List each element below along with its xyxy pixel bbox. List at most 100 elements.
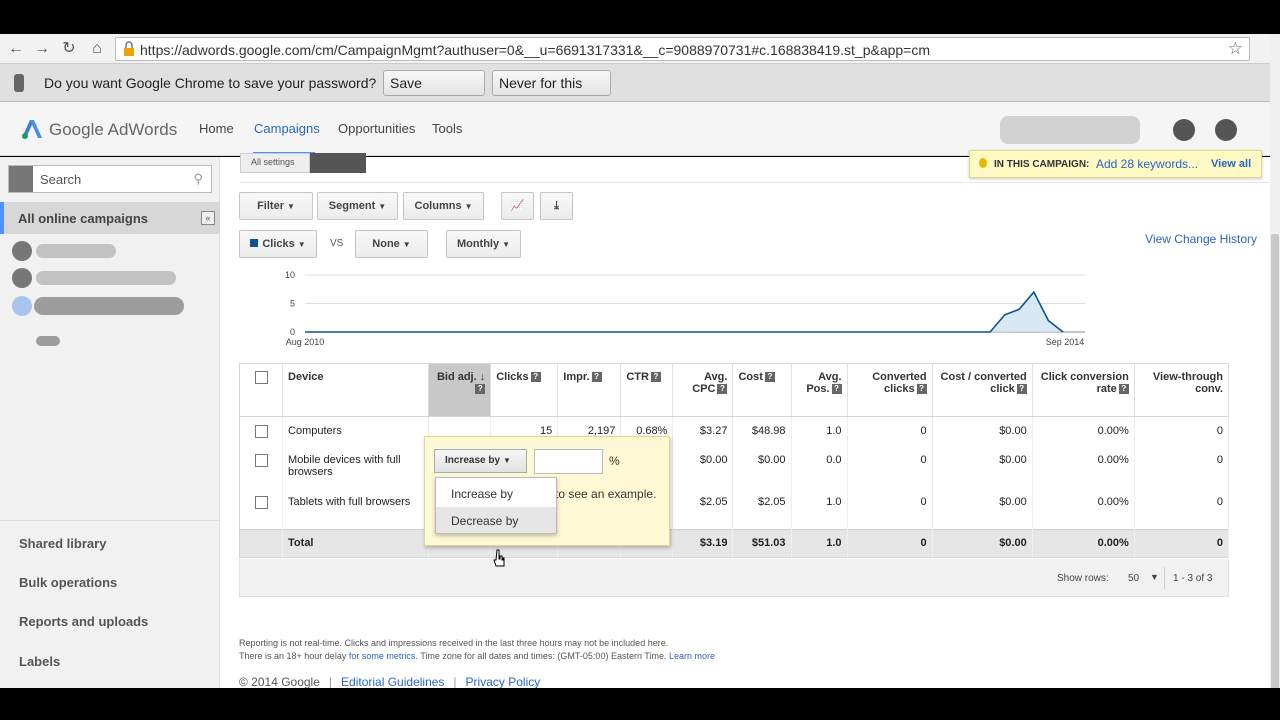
- total-conv: 0: [847, 529, 933, 558]
- nav-campaigns[interactable]: Campaigns: [254, 121, 320, 136]
- nav-tools[interactable]: Tools: [432, 121, 462, 136]
- nav-opportunities[interactable]: Opportunities: [338, 121, 415, 136]
- help-icon[interactable]: ?: [591, 372, 602, 383]
- never-for-site-button[interactable]: Never for this site: [492, 70, 611, 115]
- home-icon[interactable]: ⌂: [87, 39, 107, 59]
- chevron-down-icon[interactable]: ▼: [1150, 572, 1159, 582]
- help-icon[interactable]: ?: [530, 372, 541, 383]
- row-checkbox[interactable]: [254, 453, 268, 467]
- col-clicks[interactable]: Clicks?: [490, 363, 559, 417]
- tab-all-settings[interactable]: All settings: [240, 153, 310, 173]
- view-all-link[interactable]: View all: [1211, 158, 1251, 170]
- campaign-tree-icon: [9, 166, 33, 192]
- password-prompt: Do you want Google Chrome to save your p…: [44, 75, 377, 91]
- campaign-name-blurred[interactable]: [36, 271, 176, 285]
- notifications-icon[interactable]: [1173, 119, 1195, 141]
- address-bar[interactable]: https://adwords.google.com/cm/CampaignMg…: [115, 37, 1250, 61]
- cell-vt: 0: [1134, 416, 1230, 446]
- row-checkbox[interactable]: [254, 495, 268, 509]
- cell-device: Mobile devices with full browsers: [282, 445, 430, 488]
- tab-blurred[interactable]: [310, 153, 366, 173]
- menu-item-increase[interactable]: Increase by: [436, 480, 556, 506]
- help-icon[interactable]: ?: [475, 384, 486, 395]
- help-icon[interactable]: ?: [650, 372, 661, 383]
- reporting-note-line1: Reporting is not real-time. Clicks and i…: [239, 638, 669, 648]
- sidebar-link-labels[interactable]: Labels: [19, 654, 60, 669]
- segment-button[interactable]: Segment ▼: [317, 192, 398, 220]
- campaign-name-blurred[interactable]: [36, 244, 116, 258]
- col-ctr[interactable]: CTR?: [620, 363, 674, 417]
- save-password-button[interactable]: Save password: [383, 70, 485, 115]
- sidebar-link-bulk-operations[interactable]: Bulk operations: [19, 575, 117, 590]
- account-avatar[interactable]: [1215, 119, 1237, 141]
- col-view-through-label: View-through conv.: [1152, 371, 1223, 395]
- forward-arrow-icon[interactable]: →: [32, 39, 52, 59]
- metric2-dropdown[interactable]: None ▼: [355, 230, 428, 258]
- some-metrics-link[interactable]: for some metrics.: [349, 651, 418, 661]
- chevron-down-icon: ▼: [464, 202, 473, 211]
- sidebar-link-reports-uploads[interactable]: Reports and uploads: [19, 614, 148, 629]
- select-all-checkbox[interactable]: [254, 371, 268, 384]
- search-icon[interactable]: ⚲: [193, 171, 203, 187]
- col-converted-clicks[interactable]: Converted clicks?: [847, 363, 933, 417]
- col-device[interactable]: Device: [282, 363, 430, 417]
- col-impr[interactable]: Impr.?: [557, 363, 622, 417]
- metric1-dropdown[interactable]: Clicks ▼: [239, 230, 317, 258]
- back-arrow-icon[interactable]: ←: [6, 39, 26, 59]
- help-icon[interactable]: ?: [717, 384, 728, 395]
- percent-input[interactable]: [534, 449, 603, 474]
- sidebar-link-shared-library[interactable]: Shared library: [19, 536, 106, 551]
- series-line[interactable]: [305, 290, 1064, 333]
- total-cost: $51.03: [732, 529, 792, 558]
- col-clicks-label: Clicks: [496, 371, 529, 383]
- col-view-through[interactable]: View-through conv.: [1134, 363, 1230, 417]
- cell-conv: 0: [847, 416, 933, 446]
- notice-label: IN THIS CAMPAIGN:: [994, 159, 1090, 170]
- col-conv-rate[interactable]: Click conversion rate?: [1032, 363, 1135, 417]
- help-icon[interactable]: ?: [764, 372, 775, 383]
- columns-button[interactable]: Columns ▼: [403, 192, 484, 220]
- campaign-opportunity-notice: IN THIS CAMPAIGN: Add 28 keywords... Vie…: [969, 150, 1262, 178]
- notice-text-link[interactable]: Add 28 keywords...: [1096, 157, 1198, 171]
- col-cost-per-conv[interactable]: Cost / converted click?: [932, 363, 1033, 417]
- campaign-name-blurred[interactable]: [34, 297, 184, 315]
- vs-label: VS: [330, 238, 344, 249]
- help-icon[interactable]: ?: [1118, 384, 1129, 395]
- bookmark-star-icon[interactable]: ☆: [1228, 39, 1243, 59]
- privacy-policy-link[interactable]: Privacy Policy: [466, 675, 541, 689]
- reload-icon[interactable]: ↻: [59, 39, 79, 59]
- menu-item-decrease[interactable]: Decrease by: [436, 507, 556, 533]
- account-name-blurred[interactable]: [1000, 116, 1140, 144]
- download-button[interactable]: ⤓: [540, 192, 573, 220]
- col-bid-adj[interactable]: Bid adj. ↓?: [428, 363, 492, 417]
- help-icon[interactable]: ?: [831, 384, 842, 395]
- nav-home[interactable]: Home: [199, 121, 234, 136]
- table-total-row: Total $3.19 $51.03 1.0 0 $0.00 0.00% 0: [239, 529, 1230, 558]
- sidebar-search-input[interactable]: Search ⚲: [8, 165, 212, 193]
- vertical-scrollbar[interactable]: [1270, 34, 1280, 720]
- adwords-logo[interactable]: Google AdWords: [20, 116, 177, 142]
- col-avg-pos[interactable]: Avg. Pos.?: [791, 363, 848, 417]
- period-dropdown[interactable]: Monthly ▼: [446, 230, 521, 258]
- collapse-sidebar-icon[interactable]: «: [201, 211, 215, 225]
- rows-per-page-select[interactable]: 50: [1128, 573, 1139, 584]
- toggle-chart-button[interactable]: 📈: [501, 192, 534, 220]
- download-icon: ⤓: [554, 200, 559, 212]
- segment-label: Segment: [328, 200, 376, 212]
- sidebar-item-all-campaigns[interactable]: All online campaigns «: [0, 202, 220, 234]
- view-change-history-link[interactable]: View Change History: [1145, 232, 1257, 246]
- help-icon[interactable]: ?: [1016, 384, 1027, 395]
- col-avg-cpc[interactable]: Avg. CPC?: [672, 363, 734, 417]
- help-icon[interactable]: ?: [916, 384, 927, 395]
- learn-more-link[interactable]: Learn more: [669, 651, 715, 661]
- timezone-text: Time zone for all dates and times: (GMT-…: [420, 651, 667, 661]
- scrollbar-thumb[interactable]: [1271, 234, 1279, 694]
- col-cost[interactable]: Cost?: [732, 363, 792, 417]
- editorial-guidelines-link[interactable]: Editorial Guidelines: [341, 675, 444, 689]
- adjustment-mode-dropdown[interactable]: Increase by ▼: [434, 449, 527, 473]
- filter-button[interactable]: Filter ▼: [239, 192, 313, 220]
- campaign-status-icon: [12, 241, 32, 261]
- row-checkbox[interactable]: [254, 425, 268, 438]
- table-row: Tablets with full browsers $2.05 $2.05 1…: [239, 487, 1230, 530]
- adgroup-blurred[interactable]: [36, 336, 60, 346]
